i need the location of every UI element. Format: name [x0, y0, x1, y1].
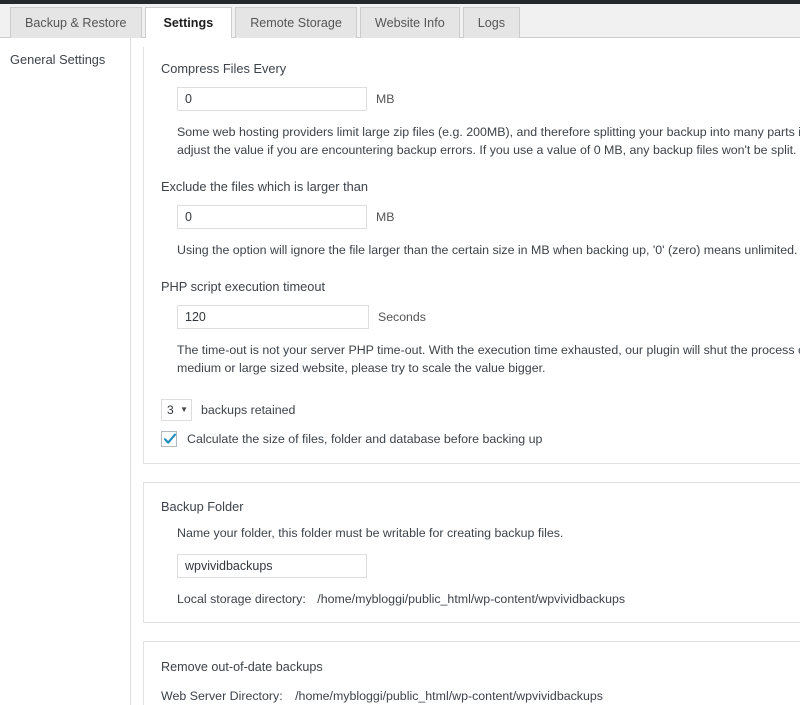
calculate-size-row: Calculate the size of files, folder and … [161, 431, 800, 447]
compress-desc-line2: adjust the value if you are encountering… [177, 143, 797, 157]
exclude-files-label: Exclude the files which is larger than [161, 179, 368, 194]
exclude-files-input[interactable] [177, 205, 367, 229]
page-root: Backup & Restore Settings Remote Storage… [0, 0, 800, 705]
tab-logs[interactable]: Logs [462, 7, 521, 38]
web-server-directory-row: Web Server Directory: /home/mybloggi/pub… [161, 689, 800, 703]
tab-strip: Backup & Restore Settings Remote Storage… [0, 4, 800, 38]
php-timeout-input[interactable] [177, 305, 369, 329]
local-storage-directory-value: /home/mybloggi/public_html/wp-content/wp… [317, 592, 626, 606]
tab-remote-storage[interactable]: Remote Storage [235, 7, 357, 38]
php-timeout-row: Seconds [177, 305, 800, 329]
check-icon [163, 433, 177, 444]
sidebar-item-general-settings[interactable]: General Settings [10, 50, 130, 69]
backups-retained-select[interactable]: 3 ▼ [161, 399, 192, 421]
settings-sidebar: General Settings [0, 38, 131, 705]
local-storage-directory-label: Local storage directory: [177, 592, 306, 606]
settings-panels: Compress Files Every MB Some web hosting… [131, 38, 800, 705]
content-area: General Settings Compress Files Every MB… [0, 38, 800, 705]
tab-backup-restore[interactable]: Backup & Restore [10, 7, 142, 38]
backup-folder-description: Name your folder, this folder must be wr… [177, 526, 564, 540]
web-server-directory-label: Web Server Directory: [161, 689, 283, 703]
general-settings-card: Compress Files Every MB Some web hosting… [143, 47, 800, 464]
compress-files-description: Some web hosting providers limit large z… [177, 123, 800, 159]
web-server-directory-value: /home/mybloggi/public_html/wp-content/wp… [295, 689, 603, 703]
compress-files-label: Compress Files Every [161, 61, 287, 76]
backup-folder-title: Backup Folder [161, 499, 244, 514]
calculate-size-label: Calculate the size of files, folder and … [187, 432, 543, 446]
timeout-desc-line1: The time-out is not your server PHP time… [177, 343, 800, 357]
tab-website-info[interactable]: Website Info [359, 7, 460, 38]
tab-settings[interactable]: Settings [144, 7, 233, 38]
backup-folder-card: Backup Folder Name your folder, this fol… [143, 482, 800, 623]
exclude-files-description: Using the option will ignore the file la… [177, 243, 798, 257]
exclude-files-unit: MB [376, 210, 395, 224]
backups-retained-value: 3 [167, 403, 174, 417]
exclude-files-row: MB [177, 205, 800, 229]
timeout-desc-line2: medium or large sized website, please tr… [177, 361, 546, 375]
backup-folder-input[interactable] [177, 554, 367, 578]
calculate-size-checkbox[interactable] [161, 431, 177, 447]
remove-backups-card: Remove out-of-date backups Web Server Di… [143, 641, 800, 705]
compress-files-row: MB [177, 87, 800, 111]
backups-retained-row: 3 ▼ backups retained [161, 399, 800, 421]
chevron-down-icon: ▼ [180, 405, 188, 414]
backups-retained-label: backups retained [201, 403, 296, 417]
compress-files-input[interactable] [177, 87, 367, 111]
compress-files-unit: MB [376, 92, 395, 106]
php-timeout-unit: Seconds [378, 310, 426, 324]
compress-desc-line1: Some web hosting providers limit large z… [177, 125, 800, 139]
php-timeout-label: PHP script execution timeout [161, 279, 326, 294]
php-timeout-description: The time-out is not your server PHP time… [177, 341, 800, 377]
backup-folder-input-row [177, 554, 800, 578]
local-storage-directory-row: Local storage directory: /home/mybloggi/… [177, 592, 800, 606]
remove-backups-title: Remove out-of-date backups [161, 660, 323, 674]
